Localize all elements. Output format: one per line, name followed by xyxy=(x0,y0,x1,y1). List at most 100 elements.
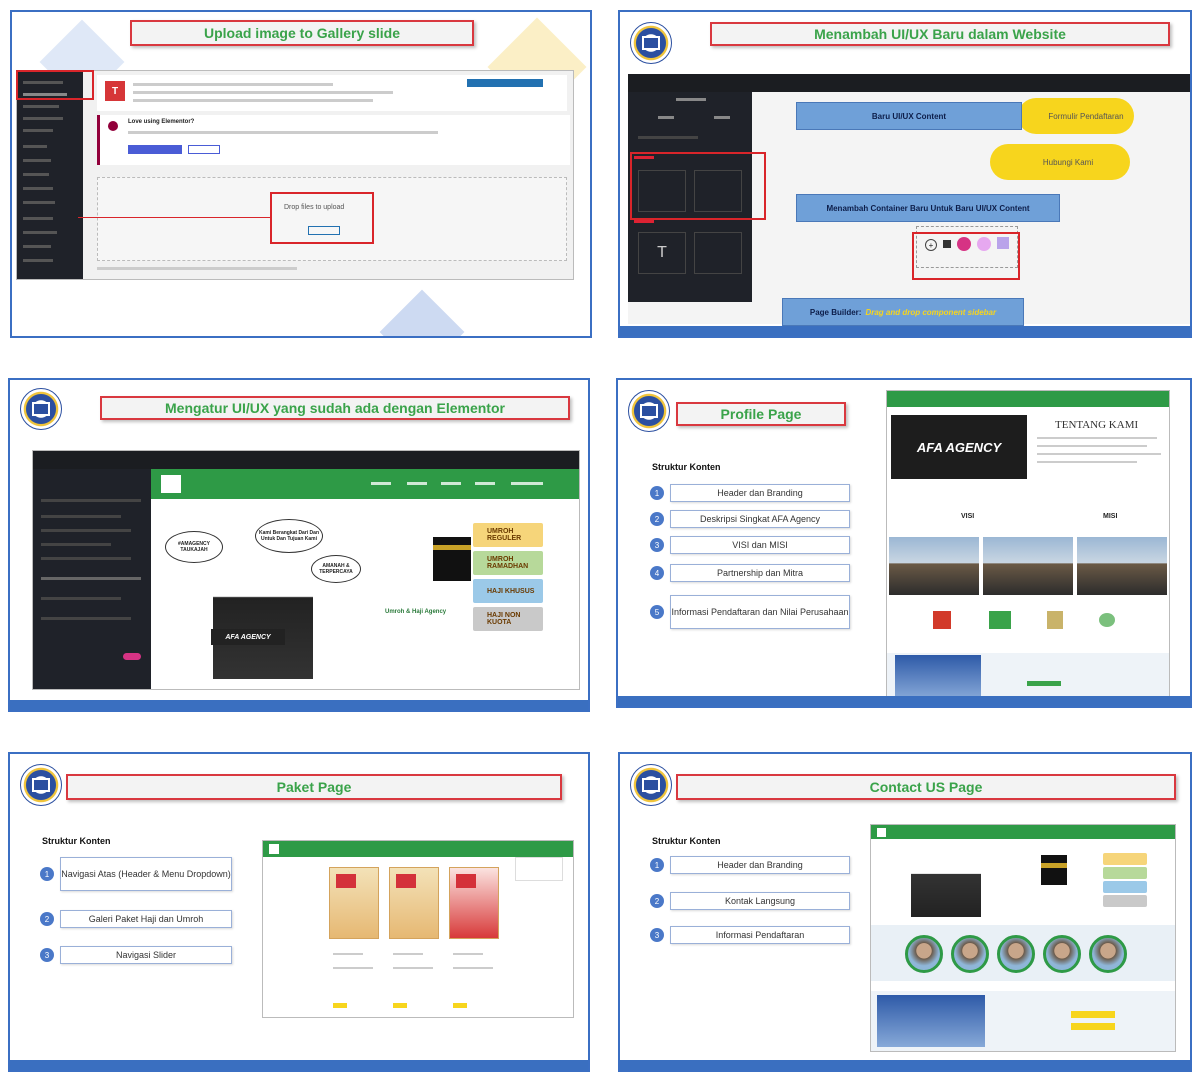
package-flyer[interactable] xyxy=(449,867,499,939)
hubungi-kami-button[interactable]: Hubungi Kami xyxy=(990,144,1130,180)
structure-step: 5 Informasi Pendaftaran dan Nilai Perusa… xyxy=(650,594,850,630)
highlight-sidebar xyxy=(16,70,94,100)
content-structure-label: Struktur Konten xyxy=(42,836,111,846)
slide-title: Menambah UI/UX Baru dalam Website xyxy=(710,22,1170,46)
package-tile[interactable] xyxy=(1103,867,1147,879)
team-avatar xyxy=(951,935,989,973)
detail-button[interactable] xyxy=(393,1003,407,1008)
register-button[interactable] xyxy=(1027,681,1061,686)
site-header xyxy=(263,841,573,857)
step-label: VISI dan MISI xyxy=(670,536,850,554)
plugin-icon: T xyxy=(105,81,125,101)
settings-panel xyxy=(33,469,151,689)
package-umroh-reguler[interactable]: UMROH REGULER xyxy=(473,523,543,547)
banner-flag: AFA AGENCY xyxy=(211,629,285,645)
partner-logo xyxy=(933,611,951,629)
toggle-switch[interactable] xyxy=(123,653,141,660)
step-label: Partnership dan Mitra xyxy=(670,564,850,582)
dropdown-menu[interactable] xyxy=(515,857,563,881)
package-umroh-ramadhan[interactable]: UMROH RAMADHAN xyxy=(473,551,543,575)
widget-image[interactable] xyxy=(694,232,742,274)
step-label: Galeri Paket Haji dan Umroh xyxy=(60,910,232,928)
kaaba-illustration xyxy=(433,537,471,581)
misi-heading: MISI xyxy=(1103,513,1118,520)
brand-tagline: Umroh & Haji Agency xyxy=(385,609,447,615)
callout-container: Menambah Container Baru Untuk Baru UI/UX… xyxy=(796,194,1060,222)
structure-step: 2 Kontak Langsung xyxy=(650,892,850,910)
gallery-photo xyxy=(983,537,1073,595)
slide-profile-page: Profile Page Struktur Konten 1 Header da… xyxy=(616,378,1192,708)
step-number: 1 xyxy=(40,867,54,881)
gallery-photo xyxy=(1077,537,1167,595)
step-number: 1 xyxy=(650,858,664,872)
slide-add-ui: Menambah UI/UX Baru dalam Website T Form… xyxy=(618,10,1192,338)
package-haji-non-kuota[interactable]: HAJI NON KUOTA xyxy=(473,607,543,631)
notice-button-primary[interactable] xyxy=(128,145,182,154)
site-logo xyxy=(161,475,181,493)
university-logo xyxy=(20,388,62,430)
step-label: Navigasi Slider xyxy=(60,946,232,964)
group-photo xyxy=(911,855,981,917)
step-number: 3 xyxy=(650,928,664,942)
registration-band xyxy=(871,991,1175,1051)
structure-step: 1 Header dan Branding xyxy=(650,856,850,874)
wp-admin-screenshot: T Love using Elementor? Drop files to up… xyxy=(16,70,574,280)
notice-button-secondary[interactable] xyxy=(188,145,220,154)
step-number: 4 xyxy=(650,566,664,580)
site-header xyxy=(151,469,579,499)
package-tile[interactable] xyxy=(1103,853,1147,865)
slide-title: Paket Page xyxy=(66,774,562,800)
detail-button[interactable] xyxy=(333,1003,347,1008)
thought-bubble: Kami Berangkat Dari Dan Untuk Dan Tujuan… xyxy=(255,519,323,553)
step-number: 2 xyxy=(650,894,664,908)
highlight-dropzone xyxy=(270,192,374,244)
thought-bubble: AMANAH & TERPERCAYA xyxy=(311,555,361,583)
university-logo xyxy=(630,22,672,64)
contact-button[interactable] xyxy=(1071,1023,1115,1030)
admin-sidebar xyxy=(17,71,83,279)
group-photo xyxy=(213,561,313,679)
site-logo xyxy=(269,844,279,854)
university-logo xyxy=(630,764,672,806)
slide-title: Mengatur UI/UX yang sudah ada dengan Ele… xyxy=(100,396,570,420)
detail-button[interactable] xyxy=(453,1003,467,1008)
team-avatar xyxy=(1089,935,1127,973)
formulir-pendaftaran-button[interactable]: Formulir Pendaftaran xyxy=(1018,98,1134,134)
editor-topbar xyxy=(628,74,1190,92)
callout-builder-prefix: Page Builder: xyxy=(809,307,862,317)
thought-bubble: #AMAGENCY TAUKAJAH xyxy=(165,531,223,563)
slide-edit-ui: Mengatur UI/UX yang sudah ada dengan Ele… xyxy=(8,378,590,712)
step-number: 5 xyxy=(650,605,664,619)
slide-contact-page: Contact US Page Struktur Konten 1 Header… xyxy=(618,752,1192,1072)
widget-heading[interactable]: T xyxy=(638,232,686,274)
step-label: Header dan Branding xyxy=(670,856,850,874)
promo-button[interactable] xyxy=(467,79,543,87)
team-avatar xyxy=(1043,935,1081,973)
team-band xyxy=(871,925,1175,981)
package-tile[interactable] xyxy=(1103,895,1147,907)
register-button[interactable] xyxy=(1071,1011,1115,1018)
step-label: Header dan Branding xyxy=(670,484,850,502)
package-flyer[interactable] xyxy=(389,867,439,939)
structure-step: 1 Navigasi Atas (Header & Menu Dropdown) xyxy=(40,856,232,892)
step-number: 3 xyxy=(650,538,664,552)
package-tile[interactable] xyxy=(1103,881,1147,893)
elementor-notice: Love using Elementor? xyxy=(97,115,570,165)
profile-page-preview: AFA AGENCY TENTANG KAMI VISI MISI xyxy=(886,390,1170,702)
slide-paket-page: Paket Page Struktur Konten 1 Navigasi At… xyxy=(8,752,590,1072)
partner-logo xyxy=(1047,611,1063,629)
package-flyer[interactable] xyxy=(329,867,379,939)
step-number: 1 xyxy=(650,486,664,500)
gallery-photo xyxy=(889,537,979,595)
callout-builder-highlight: Drag and drop component sidebar xyxy=(865,307,997,317)
contact-page-preview xyxy=(870,824,1176,1052)
slide-title: Profile Page xyxy=(676,402,846,426)
structure-step: 2 Deskripsi Singkat AFA Agency xyxy=(650,510,850,528)
promo-flyer xyxy=(877,995,985,1047)
callout-page-builder: Page Builder: Drag and drop component si… xyxy=(782,298,1024,326)
university-logo xyxy=(628,390,670,432)
package-haji-khusus[interactable]: HAJI KHUSUS xyxy=(473,579,543,603)
structure-step: 3 VISI dan MISI xyxy=(650,536,850,554)
callout-content: Baru UI/UX Content xyxy=(796,102,1022,130)
step-number: 3 xyxy=(40,948,54,962)
